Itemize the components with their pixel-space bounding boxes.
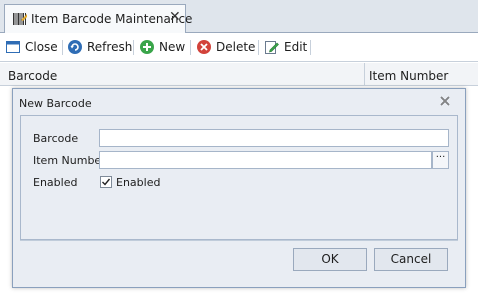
delete-button-label: Delete [216, 40, 256, 54]
grid-header: Barcode Item Number [0, 63, 478, 86]
column-header-item-number[interactable]: Item Number [369, 69, 448, 83]
enabled-checkbox[interactable] [100, 176, 112, 188]
delete-button[interactable]: Delete [196, 38, 255, 56]
refresh-icon [67, 39, 83, 55]
new-button-label: New [159, 40, 186, 54]
toolbar-separator [133, 40, 134, 55]
dialog-title: New Barcode [19, 97, 92, 110]
toolbar-separator [190, 40, 191, 55]
new-barcode-dialog: New Barcode Barcode Item Number ··· Enab… [12, 88, 466, 288]
enabled-checkbox-label[interactable]: Enabled [116, 176, 160, 189]
ok-button[interactable]: OK [293, 248, 367, 271]
close-button[interactable]: Close [5, 38, 58, 56]
barcode-label: Barcode [33, 132, 79, 145]
document-tab-strip: Item Barcode Maintenance ✕ [0, 0, 478, 33]
item-number-input[interactable] [99, 151, 432, 169]
plus-icon [139, 39, 155, 55]
item-number-lookup-button[interactable]: ··· [432, 151, 449, 169]
close-window-icon [5, 39, 21, 55]
cancel-button[interactable]: Cancel [374, 248, 448, 271]
barcode-input[interactable] [99, 129, 449, 147]
column-header-barcode[interactable]: Barcode [8, 69, 57, 83]
toolbar: Close Refresh New Delete Edit [0, 33, 478, 62]
close-button-label: Close [25, 40, 58, 54]
dialog-form-panel: Barcode Item Number ··· Enabled Enabled [20, 115, 458, 240]
new-button[interactable]: New [139, 38, 185, 56]
edit-icon [264, 39, 280, 55]
delete-icon [196, 39, 212, 55]
checkmark-icon [102, 178, 111, 186]
barcode-icon [12, 12, 28, 26]
refresh-button-label: Refresh [87, 40, 133, 54]
tab-close-icon[interactable]: ✕ [169, 10, 181, 24]
item-number-label: Item Number [33, 154, 106, 167]
enabled-label: Enabled [33, 176, 78, 189]
toolbar-separator [310, 40, 311, 55]
toolbar-separator [62, 40, 63, 55]
dialog-close-icon[interactable] [439, 95, 451, 107]
tab-item-barcode-maintenance[interactable]: Item Barcode Maintenance ✕ [4, 4, 192, 33]
refresh-button[interactable]: Refresh [67, 38, 132, 56]
dialog-footer-divider [20, 240, 458, 241]
edit-button[interactable]: Edit [264, 38, 307, 56]
toolbar-separator [258, 40, 259, 55]
edit-button-label: Edit [284, 40, 308, 54]
column-divider[interactable] [364, 63, 365, 85]
